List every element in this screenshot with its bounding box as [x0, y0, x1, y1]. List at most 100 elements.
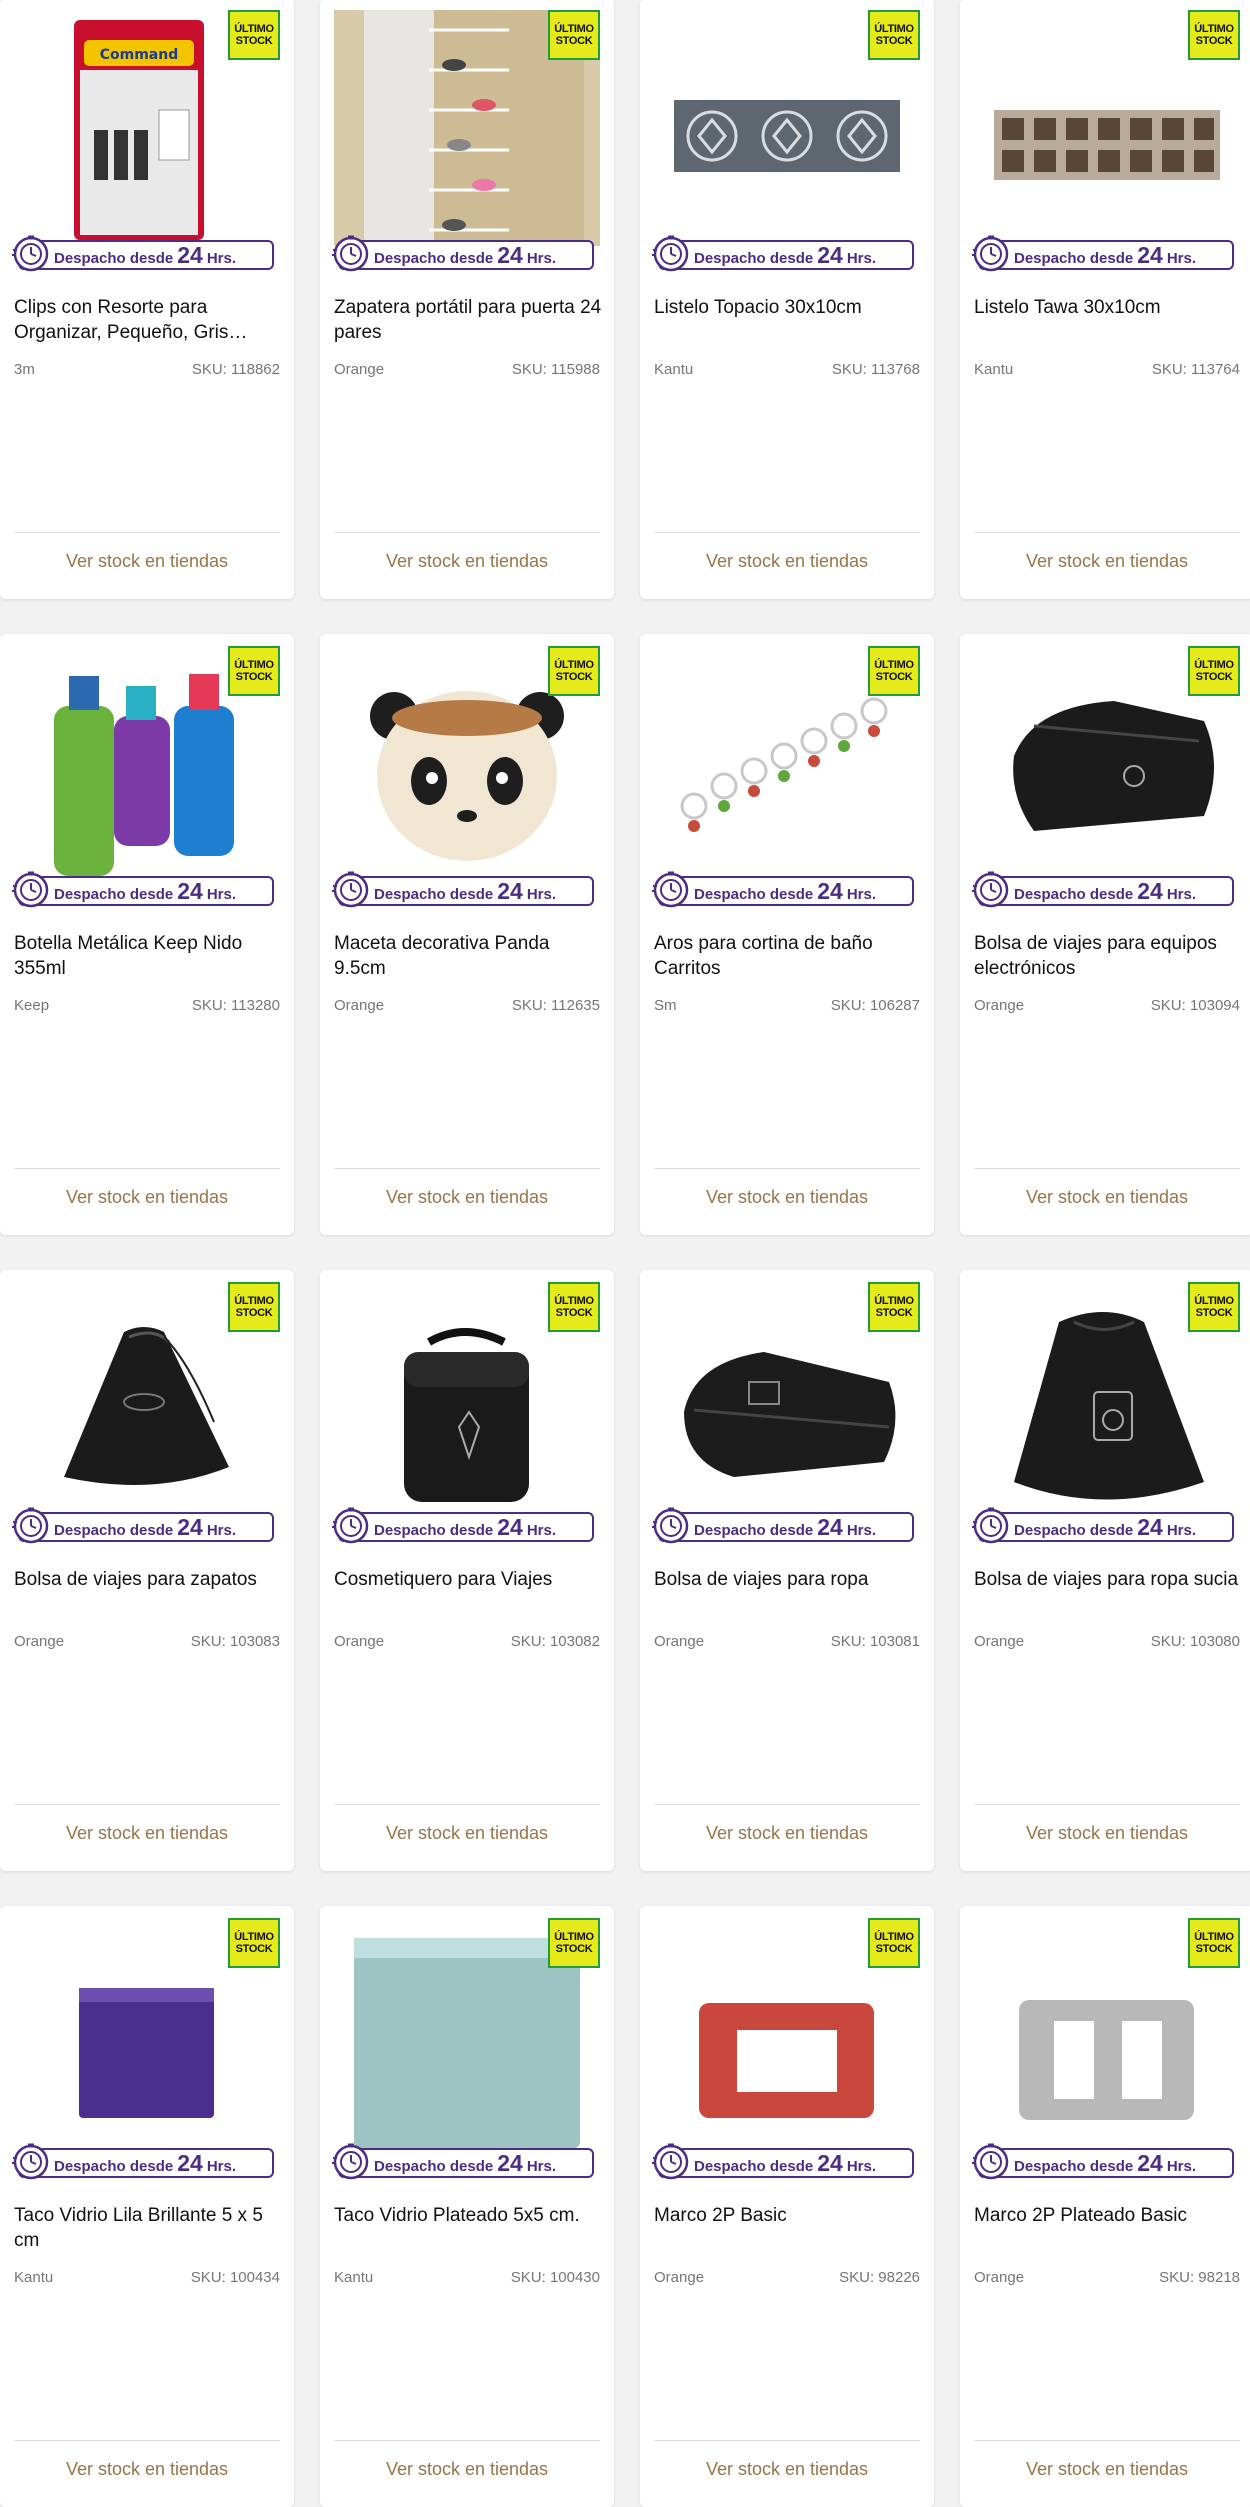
- product-meta: Orange SKU: 98218: [974, 2269, 1240, 2286]
- despacho-badge: Despacho desde 24 Hrs.: [12, 235, 274, 272]
- ultimo-stock-badge: ÚLTIMO STOCK: [868, 1282, 920, 1332]
- ultimo-line2: STOCK: [875, 1943, 913, 1955]
- despacho-number: 24: [497, 241, 523, 268]
- product-title[interactable]: Marco 2P Plateado Basic: [974, 2203, 1244, 2228]
- ver-stock-link[interactable]: Ver stock en tiendas: [960, 1187, 1250, 1208]
- despacho-suffix: Hrs.: [526, 249, 556, 267]
- ultimo-stock-badge: ÚLTIMO STOCK: [1188, 646, 1240, 696]
- despacho-number: 24: [817, 877, 843, 904]
- product-card-15[interactable]: ÚLTIMO STOCK Despacho desde 24 Hrs. Marco …: [640, 1906, 934, 2507]
- product-card-6[interactable]: ÚLTIMO STOCK Despacho desde 24 Hrs. Maceta…: [320, 634, 614, 1235]
- product-title[interactable]: Maceta decorativa Panda 9.5cm: [334, 931, 604, 981]
- ultimo-line2: STOCK: [1195, 35, 1233, 47]
- ultimo-line1: ÚLTIMO: [874, 1295, 914, 1307]
- product-title[interactable]: Listelo Tawa 30x10cm: [974, 295, 1244, 320]
- product-title[interactable]: Zapatera portátil para puerta 24 pares: [334, 295, 604, 345]
- product-card-5[interactable]: ÚLTIMO STOCK Despacho desde 24 Hrs. Botell…: [0, 634, 294, 1235]
- product-card-12[interactable]: ÚLTIMO STOCK Despacho desde 24 Hrs. Bolsa …: [960, 1270, 1250, 1871]
- ver-stock-link[interactable]: Ver stock en tiendas: [0, 1187, 294, 1208]
- ver-stock-link[interactable]: Ver stock en tiendas: [640, 551, 934, 572]
- product-card-1[interactable]: Command ÚLTIMO STOCK Despacho desde 24 Hrs…: [0, 0, 294, 599]
- product-card-10[interactable]: ÚLTIMO STOCK Despacho desde 24 Hrs. Cosmet…: [320, 1270, 614, 1871]
- product-brand: Kantu: [14, 2269, 54, 2286]
- product-brand: Sm: [654, 997, 677, 1014]
- despacho-prefix: Despacho desde: [54, 885, 174, 903]
- ver-stock-link[interactable]: Ver stock en tiendas: [0, 551, 294, 572]
- product-card-2[interactable]: ÚLTIMO STOCK Despacho desde 24 Hrs. Zapate…: [320, 0, 614, 599]
- despacho-prefix: Despacho desde: [694, 885, 814, 903]
- card-divider: [974, 2440, 1240, 2441]
- product-card-3[interactable]: ÚLTIMO STOCK Despacho desde 24 Hrs. Listel…: [640, 0, 934, 599]
- ver-stock-link[interactable]: Ver stock en tiendas: [320, 1187, 614, 1208]
- ver-stock-link[interactable]: Ver stock en tiendas: [0, 2459, 294, 2480]
- product-title[interactable]: Bolsa de viajes para ropa: [654, 1567, 924, 1592]
- product-title[interactable]: Bolsa de viajes para ropa sucia: [974, 1567, 1244, 1592]
- despacho-prefix: Despacho desde: [54, 2157, 174, 2175]
- product-sku: SKU: 113764: [1151, 361, 1240, 378]
- despacho-number: 24: [1137, 241, 1163, 268]
- despacho-number: 24: [497, 1513, 523, 1540]
- product-card-14[interactable]: ÚLTIMO STOCK Despacho desde 24 Hrs. Taco V…: [320, 1906, 614, 2507]
- despacho-prefix: Despacho desde: [1014, 2157, 1134, 2175]
- product-title[interactable]: Taco Vidrio Lila Brillante 5 x 5 cm: [14, 2203, 284, 2253]
- card-divider: [974, 1168, 1240, 1169]
- ultimo-line2: STOCK: [875, 35, 913, 47]
- product-title[interactable]: Listelo Topacio 30x10cm: [654, 295, 924, 320]
- despacho-number: 24: [1137, 877, 1163, 904]
- ver-stock-link[interactable]: Ver stock en tiendas: [320, 551, 614, 572]
- product-brand: Kantu: [334, 2269, 374, 2286]
- ver-stock-link[interactable]: Ver stock en tiendas: [0, 1823, 294, 1844]
- product-title[interactable]: Bolsa de viajes para zapatos: [14, 1567, 284, 1592]
- ver-stock-link[interactable]: Ver stock en tiendas: [960, 551, 1250, 572]
- ver-stock-link[interactable]: Ver stock en tiendas: [320, 2459, 614, 2480]
- despacho-number: 24: [497, 2149, 523, 2176]
- ultimo-line1: ÚLTIMO: [554, 23, 594, 35]
- ultimo-line2: STOCK: [235, 671, 273, 683]
- product-sku: SKU: 100434: [190, 2269, 280, 2286]
- despacho-badge: Despacho desde 24 Hrs.: [652, 2143, 914, 2180]
- card-divider: [14, 532, 280, 533]
- ultimo-line1: ÚLTIMO: [234, 1931, 274, 1943]
- ver-stock-link[interactable]: Ver stock en tiendas: [640, 1187, 934, 1208]
- product-title[interactable]: Cosmetiquero para Viajes: [334, 1567, 604, 1592]
- card-divider: [654, 1168, 920, 1169]
- ver-stock-link[interactable]: Ver stock en tiendas: [640, 2459, 934, 2480]
- ultimo-stock-badge: ÚLTIMO STOCK: [228, 646, 280, 696]
- product-card-13[interactable]: ÚLTIMO STOCK Despacho desde 24 Hrs. Taco V…: [0, 1906, 294, 2507]
- despacho-number: 24: [1137, 1513, 1163, 1540]
- despacho-badge: Despacho desde 24 Hrs.: [332, 2143, 594, 2180]
- product-title[interactable]: Botella Metálica Keep Nido 355ml: [14, 931, 284, 981]
- ver-stock-link[interactable]: Ver stock en tiendas: [320, 1823, 614, 1844]
- product-meta: Orange SKU: 103080: [974, 1633, 1240, 1650]
- svg-text:Command: Command: [100, 47, 179, 63]
- product-meta: Orange SKU: 103082: [334, 1633, 600, 1650]
- product-meta: Orange SKU: 103083: [14, 1633, 280, 1650]
- product-title[interactable]: Taco Vidrio Plateado 5x5 cm.: [334, 2203, 604, 2228]
- product-title[interactable]: Bolsa de viajes para equipos electrónico…: [974, 931, 1244, 981]
- product-card-8[interactable]: ÚLTIMO STOCK Despacho desde 24 Hrs. Bolsa …: [960, 634, 1250, 1235]
- despacho-suffix: Hrs.: [1166, 1521, 1196, 1539]
- product-meta: Kantu SKU: 113764: [974, 361, 1240, 378]
- product-brand: Orange: [334, 997, 385, 1014]
- ver-stock-link[interactable]: Ver stock en tiendas: [640, 1823, 934, 1844]
- ultimo-stock-badge: ÚLTIMO STOCK: [868, 10, 920, 60]
- despacho-prefix: Despacho desde: [374, 1521, 494, 1539]
- product-card-7[interactable]: ÚLTIMO STOCK Despacho desde 24 Hrs. Aros p…: [640, 634, 934, 1235]
- product-card-11[interactable]: ÚLTIMO STOCK Despacho desde 24 Hrs. Bolsa …: [640, 1270, 934, 1871]
- product-title[interactable]: Marco 2P Basic: [654, 2203, 924, 2228]
- product-brand: Orange: [334, 1633, 385, 1650]
- card-divider: [334, 1168, 600, 1169]
- ver-stock-link[interactable]: Ver stock en tiendas: [960, 2459, 1250, 2480]
- product-card-16[interactable]: ÚLTIMO STOCK Despacho desde 24 Hrs. Marco …: [960, 1906, 1250, 2507]
- ver-stock-link[interactable]: Ver stock en tiendas: [960, 1823, 1250, 1844]
- product-card-9[interactable]: ÚLTIMO STOCK Despacho desde 24 Hrs. Bolsa …: [0, 1270, 294, 1871]
- despacho-badge: Despacho desde 24 Hrs.: [652, 235, 914, 272]
- product-title[interactable]: Aros para cortina de baño Carritos: [654, 931, 924, 981]
- product-title[interactable]: Clips con Resorte para Organizar, Pequeñ…: [14, 295, 284, 345]
- ultimo-line1: ÚLTIMO: [554, 659, 594, 671]
- ultimo-line2: STOCK: [235, 35, 273, 47]
- despacho-prefix: Despacho desde: [1014, 885, 1134, 903]
- ultimo-stock-badge: ÚLTIMO STOCK: [1188, 1918, 1240, 1968]
- despacho-badge: Despacho desde 24 Hrs.: [12, 1507, 274, 1544]
- product-card-4[interactable]: ÚLTIMO STOCK Despacho desde 24 Hrs. Listel…: [960, 0, 1250, 599]
